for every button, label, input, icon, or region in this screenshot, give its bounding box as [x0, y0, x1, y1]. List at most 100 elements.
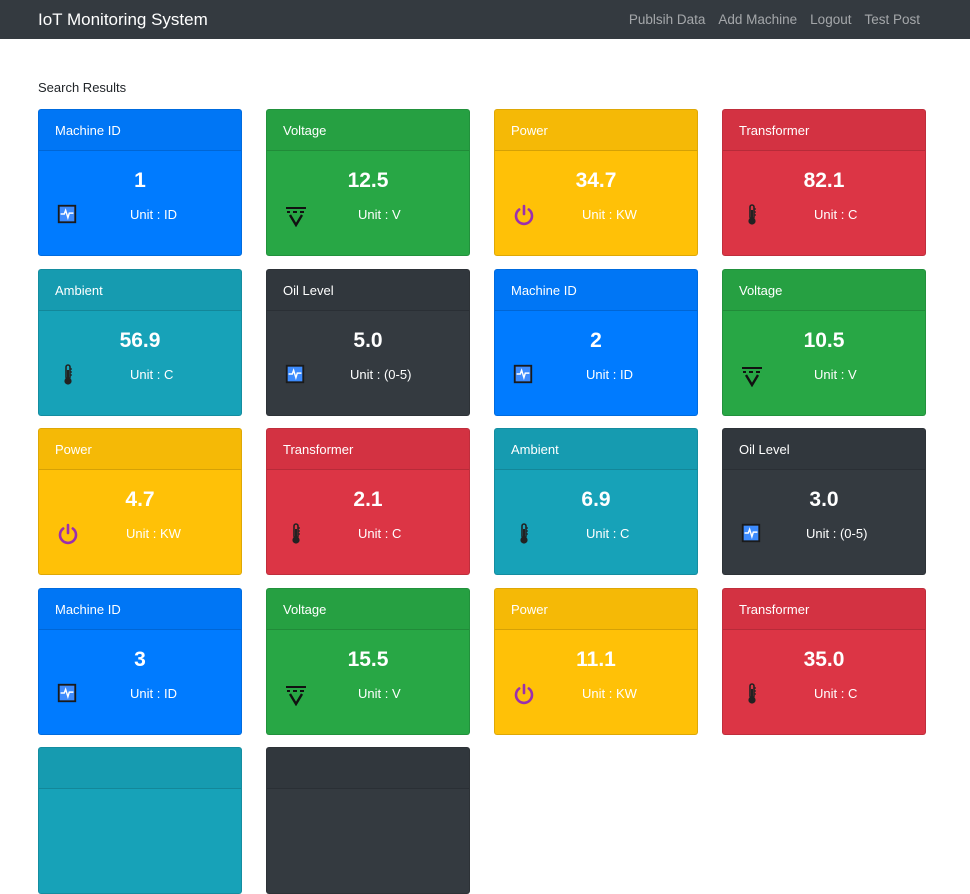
card-value: 2 — [590, 329, 602, 352]
card-title: Machine ID — [495, 270, 697, 311]
card-body: 1 Unit : ID — [39, 151, 241, 255]
sensor-card[interactable]: Power 4.7 Unit : KW — [38, 428, 242, 575]
voltage-icon — [284, 682, 308, 707]
card-unit: Unit : C — [130, 367, 174, 382]
activity-icon — [740, 522, 764, 546]
card-body: 15.5 Unit : V — [267, 630, 469, 734]
nav-links: Publsih Data Add Machine Logout Test Pos… — [616, 12, 920, 27]
sensor-card[interactable]: Transformer 82.1 Unit : C — [722, 109, 926, 256]
sensor-card[interactable]: Oil Level 3.0 Unit : (0-5) — [722, 428, 926, 575]
activity-icon — [284, 363, 308, 387]
sensor-card[interactable]: Machine ID 3 Unit : ID — [38, 588, 242, 735]
activity-icon — [56, 203, 80, 227]
activity-icon — [512, 363, 536, 387]
activity-icon — [56, 682, 80, 706]
card-unit: Unit : C — [814, 207, 858, 222]
card-unit: Unit : C — [814, 686, 858, 701]
card-body: 4.7 Unit : KW — [39, 470, 241, 574]
card-unit: Unit : ID — [586, 367, 633, 382]
card-body: 11.1 Unit : KW — [495, 630, 697, 734]
card-unit: Unit : (0-5) — [350, 367, 412, 382]
card-unit: Unit : V — [358, 207, 401, 222]
card-body — [39, 789, 241, 893]
thermometer-icon — [284, 522, 308, 546]
card-title: Transformer — [267, 429, 469, 470]
card-title — [39, 748, 241, 789]
card-body: 35.0 Unit : C — [723, 630, 925, 734]
card-value: 3 — [134, 648, 146, 671]
card-value: 35.0 — [803, 648, 845, 671]
card-value: 2.1 — [353, 488, 383, 511]
card-body: 2 Unit : ID — [495, 311, 697, 415]
card-title: Voltage — [267, 110, 469, 151]
card-body: 12.5 Unit : V — [267, 151, 469, 255]
power-icon — [512, 203, 536, 227]
navbar: IoT Monitoring System Publsih Data Add M… — [0, 0, 970, 39]
sensor-card[interactable]: Voltage 15.5 Unit : V — [266, 588, 470, 735]
sensor-card[interactable]: Oil Level 5.0 Unit : (0-5) — [266, 269, 470, 416]
card-value: 6.9 — [581, 488, 611, 511]
card-unit: Unit : KW — [126, 526, 181, 541]
sensor-card[interactable] — [266, 747, 470, 894]
card-unit: Unit : KW — [582, 207, 637, 222]
card-value: 82.1 — [803, 169, 845, 192]
card-unit: Unit : ID — [130, 686, 177, 701]
card-title: Transformer — [723, 589, 925, 630]
sensor-card[interactable]: Transformer 2.1 Unit : C — [266, 428, 470, 575]
sensor-card[interactable] — [38, 747, 242, 894]
card-title: Power — [39, 429, 241, 470]
card-value: 11.1 — [576, 648, 616, 671]
nav-link-publish-data[interactable]: Publsih Data — [629, 12, 706, 27]
card-unit: Unit : V — [358, 686, 401, 701]
card-title: Ambient — [495, 429, 697, 470]
card-title: Oil Level — [267, 270, 469, 311]
card-title: Machine ID — [39, 110, 241, 151]
thermometer-icon — [740, 682, 764, 706]
voltage-icon — [740, 363, 764, 388]
sensor-card[interactable]: Ambient 56.9 Unit : C — [38, 269, 242, 416]
card-title: Power — [495, 110, 697, 151]
card-value: 10.5 — [803, 329, 845, 352]
card-body: 5.0 Unit : (0-5) — [267, 311, 469, 415]
sensor-card[interactable]: Power 34.7 Unit : KW — [494, 109, 698, 256]
card-title — [267, 748, 469, 789]
card-value: 1 — [134, 169, 146, 192]
card-unit: Unit : C — [358, 526, 402, 541]
card-body: 2.1 Unit : C — [267, 470, 469, 574]
card-title: Voltage — [723, 270, 925, 311]
card-title: Ambient — [39, 270, 241, 311]
brand-title[interactable]: IoT Monitoring System — [38, 10, 208, 30]
card-title: Power — [495, 589, 697, 630]
card-body: 34.7 Unit : KW — [495, 151, 697, 255]
card-title: Oil Level — [723, 429, 925, 470]
card-body — [267, 789, 469, 893]
card-title: Voltage — [267, 589, 469, 630]
card-body: 10.5 Unit : V — [723, 311, 925, 415]
card-body: 6.9 Unit : C — [495, 470, 697, 574]
card-value: 15.5 — [347, 648, 389, 671]
thermometer-icon — [56, 363, 80, 387]
card-unit: Unit : C — [586, 526, 630, 541]
search-results-label: Search Results — [38, 80, 127, 95]
sensor-card[interactable]: Transformer 35.0 Unit : C — [722, 588, 926, 735]
sensor-card[interactable]: Ambient 6.9 Unit : C — [494, 428, 698, 575]
card-unit: Unit : V — [814, 367, 857, 382]
card-body: 3.0 Unit : (0-5) — [723, 470, 925, 574]
card-value: 56.9 — [119, 329, 161, 352]
nav-link-add-machine[interactable]: Add Machine — [718, 12, 797, 27]
sensor-card[interactable]: Voltage 10.5 Unit : V — [722, 269, 926, 416]
thermometer-icon — [740, 203, 764, 227]
card-unit: Unit : ID — [130, 207, 177, 222]
card-title: Machine ID — [39, 589, 241, 630]
card-title: Transformer — [723, 110, 925, 151]
card-value: 4.7 — [125, 488, 155, 511]
card-value: 5.0 — [353, 329, 383, 352]
sensor-card[interactable]: Machine ID 1 Unit : ID — [38, 109, 242, 256]
voltage-icon — [284, 203, 308, 228]
sensor-card[interactable]: Voltage 12.5 Unit : V — [266, 109, 470, 256]
card-unit: Unit : (0-5) — [806, 526, 868, 541]
sensor-card[interactable]: Power 11.1 Unit : KW — [494, 588, 698, 735]
sensor-card[interactable]: Machine ID 2 Unit : ID — [494, 269, 698, 416]
nav-link-test-post[interactable]: Test Post — [864, 12, 920, 27]
nav-link-logout[interactable]: Logout — [810, 12, 851, 27]
